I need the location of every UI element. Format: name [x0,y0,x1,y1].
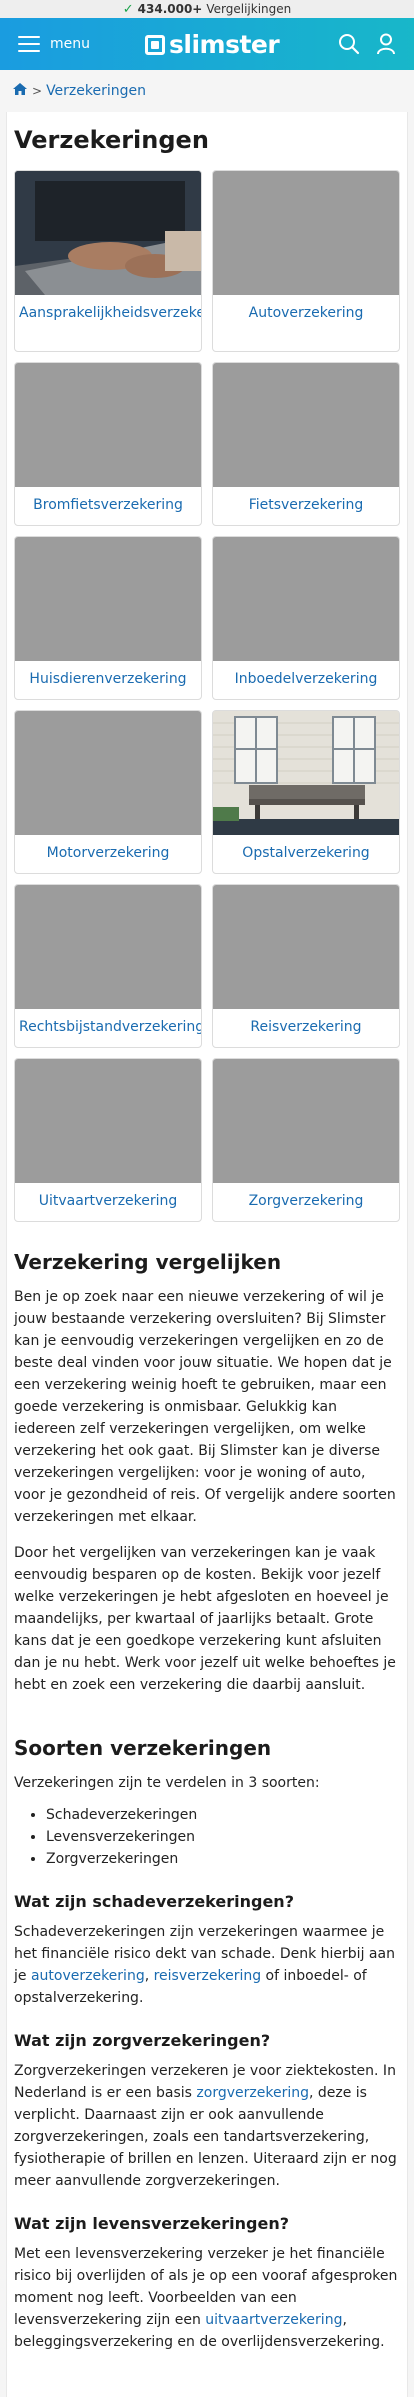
list-item: Zorgverzekeringen [46,1848,400,1870]
link-reisverzekering[interactable]: reisverzekering [154,1968,262,1984]
card-label: Reisverzekering [250,1019,362,1035]
hamburger-icon [18,36,40,52]
user-icon[interactable] [376,33,396,55]
card-opstalverzekering[interactable]: Opstalverzekering [212,710,400,874]
card-label: Autoverzekering [248,305,364,321]
logo-text: slimster [169,30,280,59]
link-uitvaartverzekering[interactable]: uitvaartverzekering [205,2312,342,2328]
card-motorverzekering[interactable]: Motorverzekering [14,710,202,874]
card-image-placeholder [213,1059,399,1183]
comparison-count: 434.000+ [137,2,203,16]
site-logo[interactable]: slimster [145,30,280,59]
home-icon[interactable] [12,82,28,100]
main-content: Verzekeringen Aansprakelijkheidsverzeker… [6,112,408,2397]
card-bromfietsverzekering[interactable]: Bromfietsverzekering [14,362,202,526]
card-uitvaartverzekering[interactable]: Uitvaartverzekering [14,1058,202,1222]
card-label: Rechtsbijstandverzekering [19,1019,202,1035]
section-heading-soorten: Soorten verzekeringen [14,1736,272,1760]
card-reisverzekering[interactable]: Reisverzekering [212,884,400,1048]
card-image-placeholder [213,537,399,661]
paragraph-zorg: Zorgverzekeringen verzekeren je voor zie… [14,2060,400,2192]
search-icon[interactable] [338,33,360,55]
paragraph-leven: Met een levensverzekering verzeker je he… [14,2243,400,2353]
card-image-placeholder [15,885,201,1009]
heading-levensverzekeringen: Wat zijn levensverzekeringen? [14,2214,290,2233]
breadcrumb-current[interactable]: Verzekeringen [46,83,146,99]
heading-schadeverzekeringen: Wat zijn schadeverzekeringen? [14,1892,294,1911]
list-item: Levensverzekeringen [46,1826,400,1848]
card-image-placeholder [213,171,399,295]
menu-label: menu [50,36,90,52]
card-label: Opstalverzekering [242,845,370,861]
link-zorgverzekering[interactable]: zorgverzekering [196,2085,309,2101]
card-autoverzekering[interactable]: Autoverzekering [212,170,400,352]
link-autoverzekering[interactable]: autoverzekering [31,1968,145,1984]
card-label: Aansprakelijkheidsverzekering [19,305,202,321]
card-image-placeholder [213,885,399,1009]
menu-button[interactable]: menu [18,36,90,52]
site-header: menu slimster [0,18,414,70]
card-label: Inboedelverzekering [234,671,378,687]
breadcrumb: > Verzekeringen [0,70,414,112]
section-heading-vergelijken: Verzekering vergelijken [14,1250,282,1274]
text-segment: , [144,1968,154,1984]
paragraph-schade: Schadeverzekeringen zijn verzekeringen w… [14,1921,400,2009]
laptop-photo [15,171,201,295]
card-aansprakelijkheidsverzekering[interactable]: Aansprakelijkheidsverzekering [14,170,202,352]
top-bar: ✓ 434.000+ Vergelijkingen [0,0,414,18]
card-label: Bromfietsverzekering [33,497,183,513]
card-huisdierenverzekering[interactable]: Huisdierenverzekering [14,536,202,700]
card-inboedelverzekering[interactable]: Inboedelverzekering [212,536,400,700]
card-image-placeholder [15,363,201,487]
card-image [213,711,399,835]
card-rechtsbijstandverzekering[interactable]: Rechtsbijstandverzekering [14,884,202,1048]
card-label: Huisdierenverzekering [29,671,187,687]
heading-zorgverzekeringen: Wat zijn zorgverzekeringen? [14,2031,271,2050]
house-photo [213,711,399,835]
list-item: Schadeverzekeringen [46,1804,400,1826]
card-label: Zorgverzekering [248,1193,364,1209]
insurance-grid: Aansprakelijkheidsverzekering Autoverzek… [14,170,400,1222]
card-fietsverzekering[interactable]: Fietsverzekering [212,362,400,526]
card-label: Motorverzekering [46,845,170,861]
insurance-types-list: Schadeverzekeringen Levensverzekeringen … [46,1804,400,1870]
card-image-placeholder [15,537,201,661]
paragraph-besparen: Door het vergelijken van verzekeringen k… [14,1545,396,1693]
card-label: Uitvaartverzekering [38,1193,178,1209]
card-image-placeholder [15,1059,201,1183]
card-zorgverzekering[interactable]: Zorgverzekering [212,1058,400,1222]
paragraph-soorten-intro: Verzekeringen zijn te verdelen in 3 soor… [14,1775,320,1791]
card-image-placeholder [15,711,201,835]
card-image-placeholder [213,363,399,487]
breadcrumb-separator: > [32,84,43,98]
logo-mark-icon [145,34,165,55]
page-title: Verzekeringen [14,126,209,154]
paragraph-intro: Ben je op zoek naar een nieuwe verzekeri… [14,1289,396,1525]
card-image [15,171,201,295]
card-label: Fietsverzekering [248,497,364,513]
check-icon: ✓ [122,1,134,17]
comparison-label: Vergelijkingen [206,2,292,16]
